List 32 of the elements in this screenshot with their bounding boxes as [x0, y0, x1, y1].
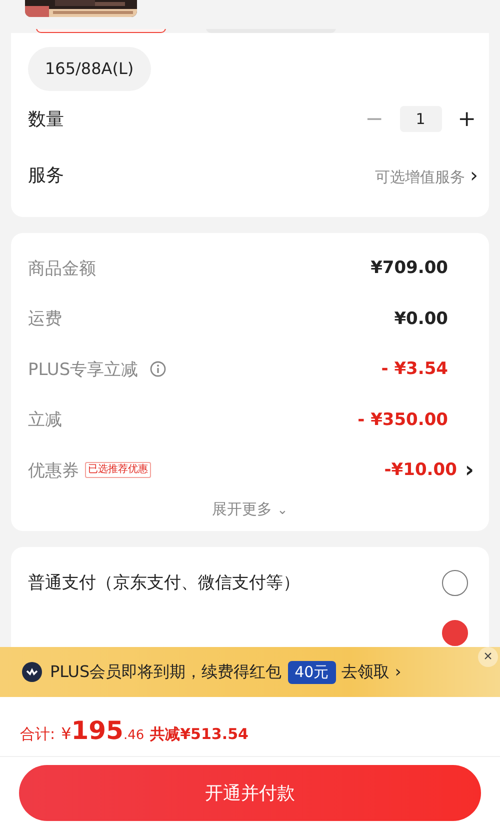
service-label: 服务 — [28, 164, 64, 187]
chevron-icon[interactable]: › — [464, 458, 474, 483]
expand-more-link[interactable]: 展开更多 ⌄ — [212, 500, 288, 518]
service-link[interactable]: 可选增值服务 › — [375, 163, 478, 187]
coupon-tag: 已选推荐优惠 — [85, 462, 151, 478]
radio-button[interactable] — [442, 570, 468, 596]
quantity-label: 数量 — [28, 108, 64, 131]
total-label: 合计: — [20, 725, 56, 744]
total-amount: ¥195.46 — [61, 716, 146, 745]
price-value: ¥709.00 — [370, 258, 448, 278]
claim-link[interactable]: 去领取 › — [342, 662, 402, 682]
plus-button[interactable]: + — [454, 106, 480, 132]
price-label: 运费 — [28, 308, 62, 330]
radio-button[interactable] — [442, 620, 468, 646]
price-label: PLUS专享立减 — [28, 358, 138, 381]
price-value: - ¥350.00 — [358, 410, 448, 430]
price-label: 商品金额 — [28, 258, 96, 280]
size-chip[interactable]: 165/88A(L) — [28, 47, 151, 91]
price-value: - ¥3.54 — [381, 359, 448, 380]
price-label: 立减 — [28, 409, 62, 432]
quantity-field[interactable]: 1 — [400, 106, 442, 132]
pay-button[interactable]: 开通并付款 — [19, 765, 481, 821]
price-label: 优惠券 — [28, 460, 79, 482]
saving-text: 共减¥513.54 — [150, 725, 248, 744]
price-value: -¥10.00 — [384, 460, 457, 480]
plus-badge-icon — [22, 662, 42, 682]
close-button[interactable]: × — [478, 647, 498, 667]
amount-badge: 40元 — [288, 660, 336, 684]
payment-option-label: 普通支付（京东支付、微信支付等） — [28, 572, 300, 594]
banner-text: PLUS会员即将到期，续费得红包 — [50, 662, 282, 682]
price-value: ¥0.00 — [394, 308, 448, 329]
info-icon[interactable] — [150, 361, 166, 378]
